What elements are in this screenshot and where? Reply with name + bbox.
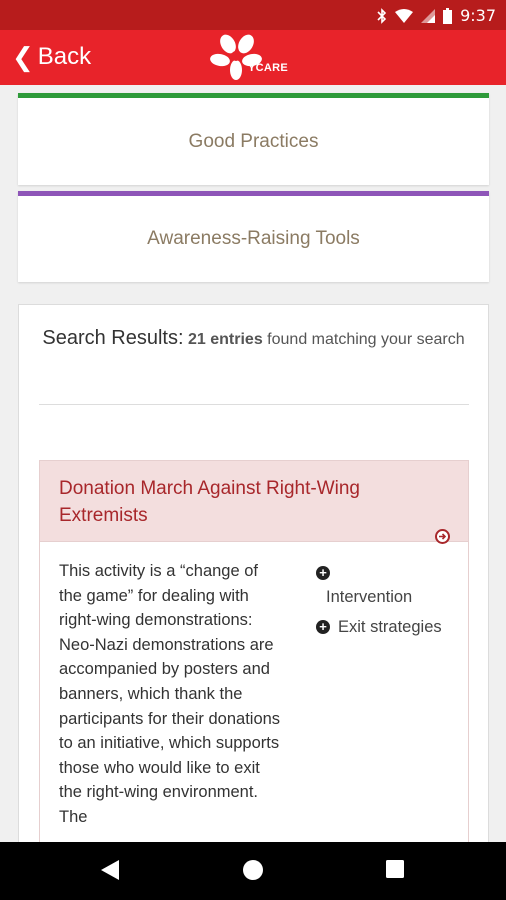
tag-label: Exit strategies <box>338 618 442 636</box>
square-recents-icon <box>386 860 404 878</box>
main-content: Good Practices Awareness-Raising Tools S… <box>0 85 506 842</box>
back-label: Back <box>37 43 92 70</box>
circle-home-icon <box>243 860 263 880</box>
status-bar: 9:37 <box>0 0 506 30</box>
tag-exit-strategies[interactable]: + Exit strategies <box>316 615 466 639</box>
nav-home-button[interactable] <box>242 859 264 886</box>
status-icons: 9:37 <box>377 6 496 25</box>
tile-label: Good Practices <box>188 130 319 152</box>
wifi-icon <box>395 8 414 23</box>
results-count: 21 entries <box>188 331 263 348</box>
signal-icon <box>421 8 436 23</box>
tile-label: Awareness-Raising Tools <box>147 228 360 249</box>
app-logo: YCARE <box>208 32 298 82</box>
status-time: 9:37 <box>460 6 496 25</box>
tag-intervention[interactable]: + Intervention <box>316 561 466 609</box>
results-suffix: found matching your search <box>267 331 465 348</box>
nav-back-button[interactable] <box>100 859 120 886</box>
result-card: Donation March Against Right-Wing Extrem… <box>39 460 469 842</box>
app-bar: ❮ Back YCARE <box>0 30 506 85</box>
system-navigation-bar <box>0 842 506 900</box>
chevron-left-icon: ❮ <box>12 42 34 72</box>
open-arrow-icon[interactable] <box>435 529 450 544</box>
search-results-summary: Search Results: 21 entries found matchin… <box>19 323 488 355</box>
nav-recents-button[interactable] <box>385 859 405 884</box>
result-card-header: Donation March Against Right-Wing Extrem… <box>40 461 468 542</box>
result-title-link[interactable]: Donation March Against Right-Wing Extrem… <box>59 475 419 529</box>
plus-circle-icon: + <box>316 566 330 580</box>
plus-circle-icon: + <box>316 620 330 634</box>
result-description: This activity is a “change of the game” … <box>59 562 281 826</box>
logo-text: YCARE <box>248 62 289 74</box>
tag-label: Intervention <box>326 588 413 606</box>
results-label: Search Results: <box>42 327 184 349</box>
tile-awareness-raising-tools[interactable]: Awareness-Raising Tools <box>18 191 489 282</box>
back-button[interactable]: ❮ Back <box>12 40 91 74</box>
bluetooth-icon <box>377 7 387 24</box>
search-results-panel: Search Results: 21 entries found matchin… <box>18 304 489 842</box>
divider <box>39 404 469 405</box>
triangle-back-icon <box>101 860 119 880</box>
battery-icon <box>443 7 453 24</box>
tile-good-practices[interactable]: Good Practices <box>18 93 489 185</box>
